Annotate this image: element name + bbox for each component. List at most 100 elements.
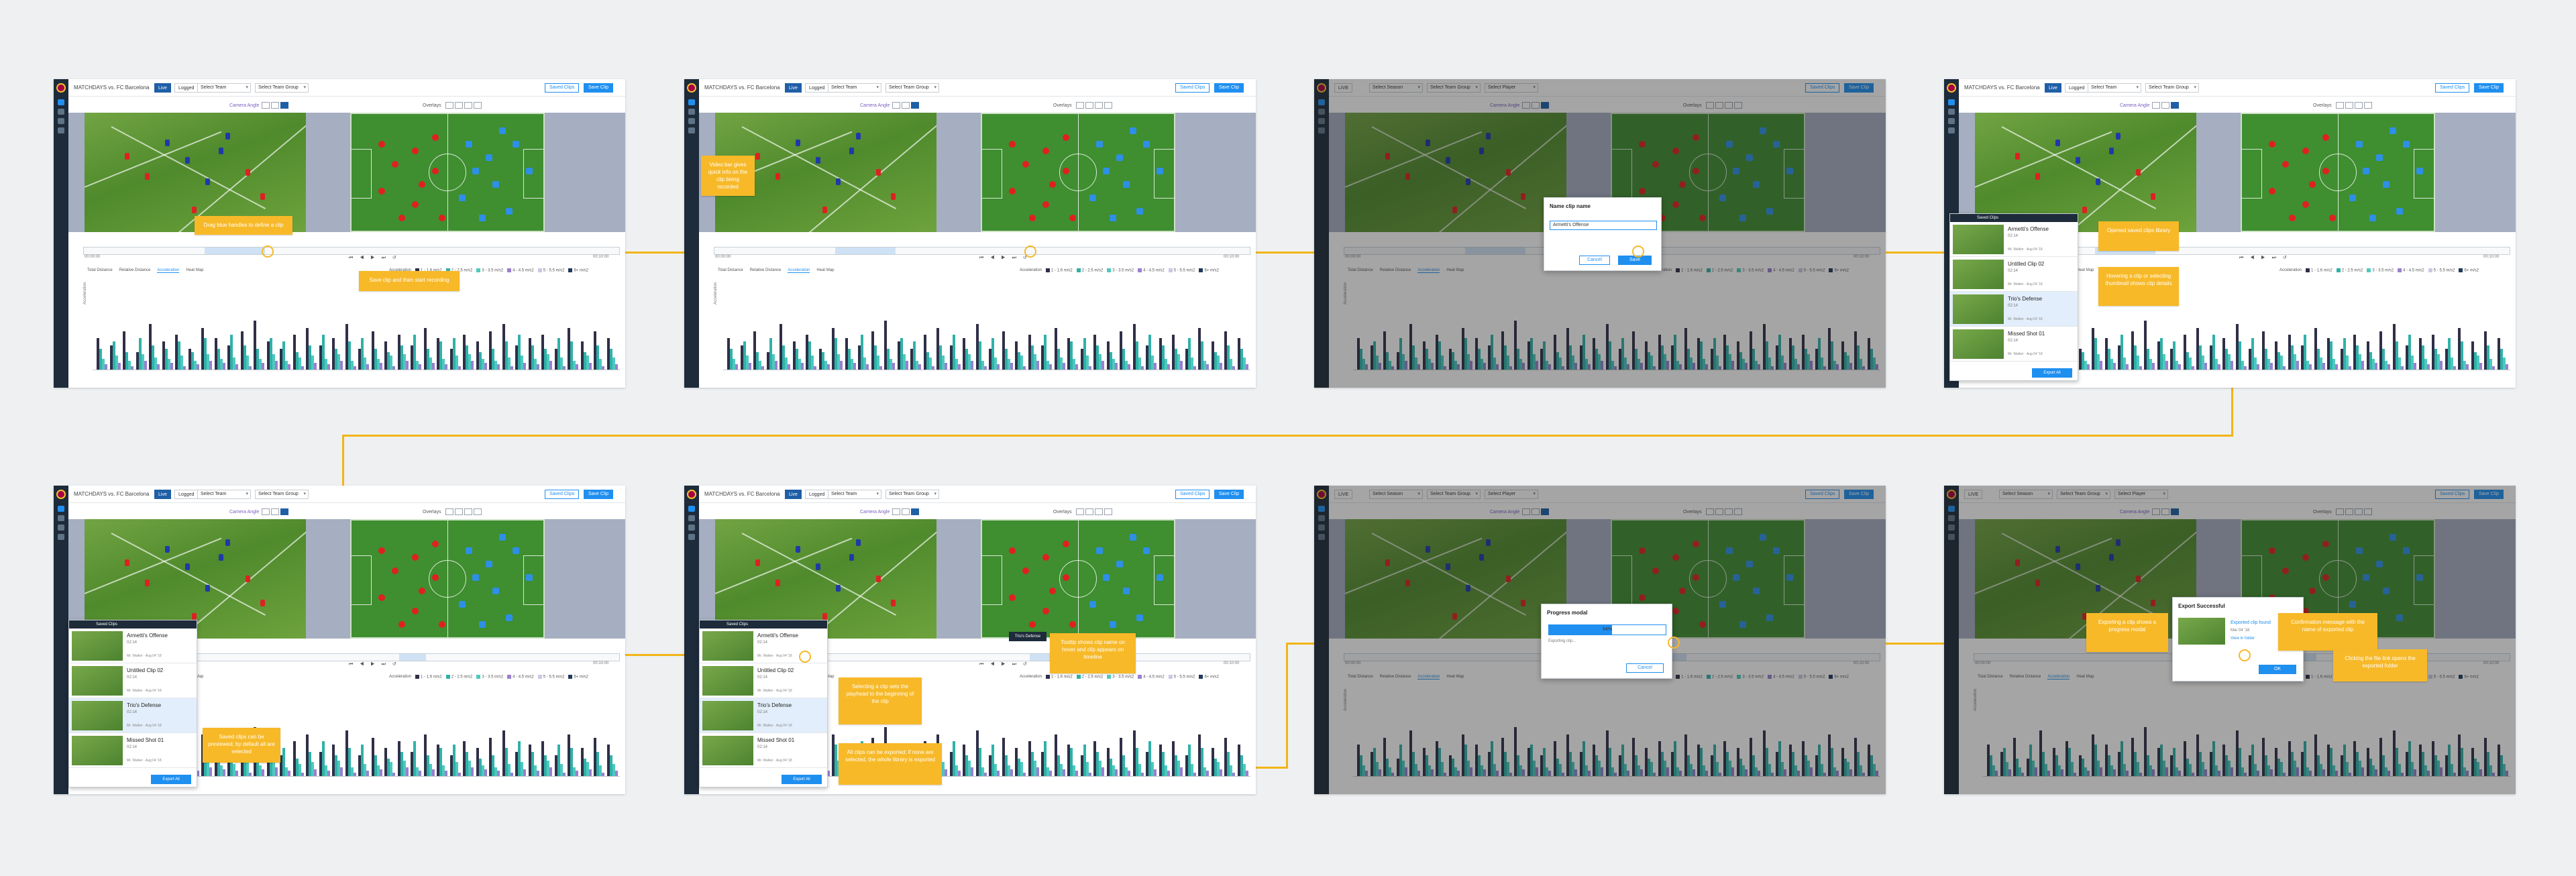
camera-option-icon[interactable] (911, 102, 919, 109)
camera-option-icon[interactable] (271, 508, 279, 515)
saved-clip-item[interactable]: Trio's Defense 02:14 Mr. Walker · Aug 04 '… (1950, 292, 2078, 327)
chart-tab[interactable]: Heat Map (816, 268, 834, 273)
overlay-option-icon[interactable] (1104, 102, 1112, 109)
overlay-option-icon[interactable] (2355, 102, 2363, 109)
saved-clip-item[interactable]: Armetti's Offense 02:14 Mr. Walker · Aug 0… (1950, 222, 2078, 257)
playback-controls[interactable]: ⏮ ◀ ▶ ⏭ ↺ (979, 661, 1030, 667)
overlay-toggle[interactable] (2336, 102, 2372, 109)
ok-button[interactable]: OK (2259, 665, 2296, 674)
camera-option-icon[interactable] (902, 508, 910, 515)
chart-tab[interactable]: Acceleration (157, 268, 180, 273)
overlay-option-icon[interactable] (2364, 102, 2372, 109)
saved-clips-button[interactable]: Saved Clips (2435, 83, 2470, 93)
tab-live[interactable]: Live (154, 83, 171, 93)
save-clip-button[interactable]: Save Clip (584, 83, 613, 93)
playback-controls[interactable]: ⏮ ◀ ▶ ⏭ ↺ (979, 255, 1030, 261)
save-clip-button[interactable]: Save Clip (584, 490, 613, 499)
overlay-option-icon[interactable] (455, 508, 463, 515)
camera-option-icon[interactable] (262, 508, 270, 515)
camera-option-icon[interactable] (892, 102, 900, 109)
overlay-toggle[interactable] (445, 508, 482, 515)
chart-tab[interactable]: Total Distance (718, 268, 743, 273)
overlay-toggle[interactable] (1076, 102, 1112, 109)
sidebar-nav-icon[interactable] (58, 99, 64, 105)
overlay-option-icon[interactable] (1076, 102, 1084, 109)
view-folder-link[interactable]: View in folder (2231, 637, 2255, 641)
chart-tab[interactable]: Heat Map (2076, 268, 2094, 273)
saved-clips-button[interactable]: Saved Clips (545, 490, 580, 499)
sidebar-nav-icon[interactable] (1948, 99, 1955, 105)
overlay-option-icon[interactable] (474, 508, 482, 515)
save-clip-button[interactable]: Save Clip (2474, 83, 2504, 93)
team-select[interactable]: Select Team (828, 83, 881, 93)
camera-option-icon[interactable] (902, 102, 910, 109)
clip-thumbnail[interactable] (1953, 294, 2004, 324)
clip-selection-range[interactable] (205, 248, 265, 254)
overlay-option-icon[interactable] (1095, 102, 1103, 109)
playback-controls[interactable]: ⏮ ◀ ▶ ⏭ ↺ (349, 661, 399, 667)
sidebar-nav-icon[interactable] (1948, 127, 1955, 133)
saved-clip-item[interactable]: Missed Shot 01 02:14 Mr. Walker · Aug 04 '… (1950, 327, 2078, 362)
saved-clip-item[interactable]: Untitled Clip 02 02:14 Mr. Walker · Aug 04… (69, 663, 197, 698)
camera-option-icon[interactable] (2161, 102, 2169, 109)
tab-live[interactable]: Live (785, 83, 802, 93)
sidebar-nav-icon[interactable] (688, 118, 695, 124)
clip-timeline[interactable] (714, 247, 1250, 255)
saved-clip-item[interactable]: Trio's Defense 02:14 Mr. Walker · Aug 04 '… (700, 698, 827, 733)
camera-angle-toggle[interactable] (892, 102, 919, 109)
saved-clip-item[interactable]: Armetti's Offense 02:14 Mr. Walker · Aug 0… (69, 628, 197, 663)
team-select[interactable]: Select Team (197, 83, 251, 93)
playback-controls[interactable]: ⏮ ◀ ▶ ⏭ ↺ (2239, 255, 2290, 261)
sidebar-nav-icon[interactable] (688, 515, 695, 521)
sidebar-nav-icon[interactable] (58, 534, 64, 540)
cancel-button[interactable]: Cancel (1579, 256, 1610, 265)
sidebar-nav-icon[interactable] (688, 534, 695, 540)
tactical-board[interactable] (981, 519, 1175, 639)
camera-option-icon[interactable] (2171, 102, 2179, 109)
clip-thumbnail[interactable] (702, 631, 753, 661)
sidebar-nav-icon[interactable] (58, 515, 64, 521)
sidebar-nav-icon[interactable] (58, 525, 64, 531)
clip-thumbnail[interactable] (702, 701, 753, 730)
export-all-button[interactable]: Export All (151, 775, 191, 784)
tab-live[interactable]: Live (2045, 83, 2061, 93)
camera-option-icon[interactable] (892, 508, 900, 515)
teamgroup-select[interactable]: Select Team Group (255, 490, 309, 499)
saved-clip-item[interactable]: Untitled Clip 02 02:14 Mr. Walker · Aug 04… (700, 663, 827, 698)
overlay-option-icon[interactable] (1085, 508, 1093, 515)
cancel-button[interactable]: Cancel (1626, 663, 1664, 673)
tab-logged[interactable]: Logged (805, 490, 829, 499)
sidebar-nav-icon[interactable] (58, 109, 64, 115)
chart-tab[interactable]: Total Distance (87, 268, 113, 273)
tactical-board[interactable] (2241, 113, 2435, 232)
camera-angle-toggle[interactable] (262, 102, 288, 109)
sidebar-nav-icon[interactable] (58, 118, 64, 124)
clip-thumbnail[interactable] (72, 666, 123, 696)
clip-thumbnail[interactable] (72, 736, 123, 765)
saved-clip-item[interactable]: Missed Shot 01 02:14 Mr. Walker · Aug 04 '… (700, 733, 827, 768)
overlay-option-icon[interactable] (464, 508, 472, 515)
clip-selection-range[interactable] (399, 654, 426, 661)
save-clip-button[interactable]: Save Clip (1214, 490, 1244, 499)
save-clip-button[interactable]: Save Clip (1214, 83, 1244, 93)
tactical-board[interactable] (350, 113, 545, 232)
tactical-board[interactable] (981, 113, 1175, 232)
sidebar-nav-icon[interactable] (688, 99, 695, 105)
camera-angle-toggle[interactable] (2152, 102, 2179, 109)
clip-timeline[interactable] (83, 247, 620, 255)
chart-tab[interactable]: Acceleration (788, 268, 810, 273)
chart-tab[interactable]: Heat Map (186, 268, 203, 273)
tactical-board[interactable] (350, 519, 545, 639)
camera-option-icon[interactable] (2152, 102, 2160, 109)
overlay-toggle[interactable] (445, 102, 482, 109)
saved-clip-item[interactable]: Untitled Clip 02 02:14 Mr. Walker · Aug 04… (1950, 257, 2078, 292)
teamgroup-select[interactable]: Select Team Group (885, 83, 939, 93)
overlay-option-icon[interactable] (2345, 102, 2353, 109)
clip-thumbnail[interactable] (72, 631, 123, 661)
team-select[interactable]: Select Team (197, 490, 251, 499)
teamgroup-select[interactable]: Select Team Group (885, 490, 939, 499)
sidebar-nav-icon[interactable] (1948, 109, 1955, 115)
team-select[interactable]: Select Team (2088, 83, 2141, 93)
sidebar-nav-icon[interactable] (58, 506, 64, 512)
camera-option-icon[interactable] (280, 102, 288, 109)
